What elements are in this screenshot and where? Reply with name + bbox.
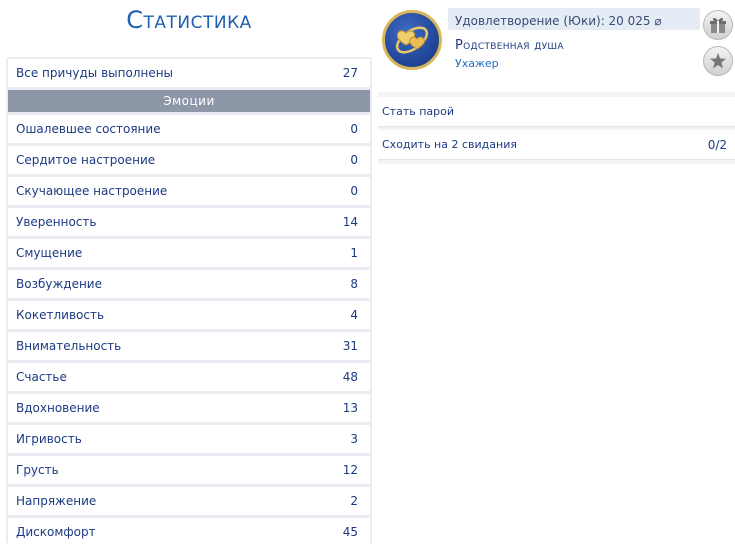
stat-row: Ошалевшее состояние 0	[8, 115, 370, 143]
stat-row: Внимательность 31	[8, 332, 370, 360]
goal-progress: 0/2	[707, 137, 727, 152]
statistics-title: Статистика	[126, 6, 252, 34]
stat-value: 48	[342, 370, 358, 384]
stat-row: Счастье 48	[8, 363, 370, 391]
gift-button[interactable]	[703, 10, 733, 40]
goal-item[interactable]: Стать парой	[378, 97, 735, 127]
stat-label: Уверенность	[16, 215, 97, 229]
goal-item[interactable]: Сходить на 2 свидания 0/2	[378, 130, 735, 160]
statistics-list-inner: Все причуды выполнены 27 Эмоции Ошалевше…	[8, 59, 370, 544]
stat-label: Игривость	[16, 432, 82, 446]
stat-value: 14	[342, 215, 358, 229]
gift-icon	[710, 17, 726, 33]
statistics-list[interactable]: Все причуды выполнены 27 Эмоции Ошалевше…	[6, 57, 372, 544]
aspiration-level: Ухажер	[455, 57, 499, 70]
stat-label: Грусть	[16, 463, 59, 477]
section-header-emotions: Эмоции	[8, 90, 370, 112]
stat-value: 8	[350, 277, 358, 291]
stat-row: Вдохновение 13	[8, 394, 370, 422]
stat-label: Сердитое настроение	[16, 153, 156, 167]
rewards-button[interactable]	[703, 46, 733, 76]
stat-label: Скучающее настроение	[16, 184, 168, 198]
stat-row: Дискомфорт 45	[8, 518, 370, 544]
stat-row: Грусть 12	[8, 456, 370, 484]
stat-row: Смущение 1	[8, 239, 370, 267]
stat-label: Возбуждение	[16, 277, 102, 291]
stat-row: Напряжение 2	[8, 487, 370, 515]
aspiration-panel: Удовлетворение (Юки): 20 025 ⌀ Родственн…	[378, 0, 735, 547]
stat-value: 3	[350, 432, 358, 446]
stat-value: 2	[350, 494, 358, 508]
stat-value: 1	[350, 246, 358, 260]
stat-label: Напряжение	[16, 494, 97, 508]
stat-label: Все причуды выполнены	[16, 66, 174, 80]
stat-label: Ошалевшее состояние	[16, 122, 161, 136]
goal-label: Сходить на 2 свидания	[382, 138, 517, 151]
stat-label: Вдохновение	[16, 401, 100, 415]
stat-row: Игривость 3	[8, 425, 370, 453]
stat-row: Возбуждение 8	[8, 270, 370, 298]
goal-label: Стать парой	[382, 105, 455, 118]
stat-value: 0	[350, 122, 358, 136]
stat-value: 0	[350, 153, 358, 167]
stat-value: 0	[350, 184, 358, 198]
stat-row: Сердитое настроение 0	[8, 146, 370, 174]
stat-value: 13	[342, 401, 358, 415]
stat-label: Кокетливость	[16, 308, 105, 322]
stat-value: 4	[350, 308, 358, 322]
stat-label: Смущение	[16, 246, 83, 260]
stat-value: 31	[342, 339, 358, 353]
stat-value: 27	[342, 66, 358, 80]
stat-row: Уверенность 14	[8, 208, 370, 236]
star-icon	[710, 53, 726, 69]
stat-label: Внимательность	[16, 339, 122, 353]
stat-row-summary: Все причуды выполнены 27	[8, 59, 370, 87]
aspiration-header: Удовлетворение (Юки): 20 025 ⌀ Родственн…	[378, 4, 735, 80]
satisfaction-points: Удовлетворение (Юки): 20 025 ⌀	[455, 14, 662, 28]
stat-value: 45	[342, 525, 358, 539]
statistics-panel: Статистика Все причуды выполнены 27 Эмоц…	[0, 0, 378, 547]
stat-row: Кокетливость 4	[8, 301, 370, 329]
hearts-badge-icon[interactable]	[382, 10, 442, 70]
stat-row: Скучающее настроение 0	[8, 177, 370, 205]
aspiration-name: Родственная душа	[455, 38, 564, 53]
stat-value: 12	[342, 463, 358, 477]
stat-label: Счастье	[16, 370, 67, 384]
stat-label: Дискомфорт	[16, 525, 96, 539]
